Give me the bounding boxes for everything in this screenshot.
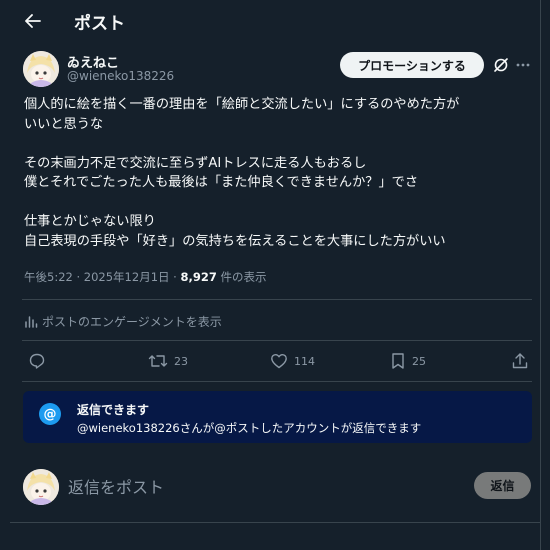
engagement-label: ポストのエンゲージメントを表示 — [42, 315, 222, 329]
repost-count: 23 — [174, 354, 188, 368]
post-text-line: その末画力不足で交流に至らずAIトレスに走る人もおるし — [24, 155, 367, 171]
divider — [22, 299, 532, 300]
reply-button[interactable]: 返信 — [474, 472, 531, 499]
divider — [22, 381, 532, 382]
author-avatar[interactable] — [23, 51, 59, 87]
header: ポスト — [0, 0, 541, 42]
promote-button[interactable]: プロモーションする — [340, 52, 484, 78]
divider — [10, 522, 541, 523]
page-title: ポスト — [74, 14, 125, 34]
back-arrow-icon[interactable] — [22, 10, 44, 32]
reply-notice-title: 返信できます — [77, 403, 150, 417]
mention-icon: @ — [39, 403, 61, 425]
reply-action[interactable] — [28, 352, 52, 370]
view-count-suffix: 件の表示 — [216, 270, 267, 284]
bookmark-count: 25 — [412, 354, 426, 368]
divider — [22, 340, 532, 341]
post-text-line: 僕とそれでごたった人も最後は「また仲良くできませんか？」でさ — [24, 175, 419, 190]
repost-icon — [148, 355, 168, 367]
like-count: 114 — [294, 354, 315, 368]
share-icon — [512, 353, 528, 369]
post-text-blank-line — [24, 193, 534, 213]
post-text-blank-line — [24, 134, 534, 154]
bookmark-icon — [392, 353, 404, 369]
scrollbar-track[interactable] — [541, 0, 550, 550]
post-text-line: 個人的に絵を描く一番の理由を「絵師と交流したい」にするのやめた方が — [24, 97, 460, 112]
bookmark-action[interactable]: 25 — [390, 352, 426, 370]
repost-action[interactable]: 23 — [148, 352, 188, 370]
post-text: 個人的に絵を描く一番の理由を「絵師と交流したい」にするのやめた方が いいと思うな… — [24, 95, 534, 251]
more-options-icon[interactable] — [515, 57, 531, 73]
current-user-avatar[interactable] — [23, 469, 59, 505]
post-text-line: 仕事とかじゃない限り — [24, 214, 156, 229]
reply-input[interactable] — [68, 475, 448, 499]
reply-notice-body: @wieneko138226さんが@ポストしたアカウントが返信できます — [77, 421, 422, 435]
view-count: 8,927 — [180, 270, 217, 284]
engagement-link[interactable]: ポストのエンゲージメントを表示 — [24, 313, 222, 330]
share-action[interactable] — [511, 352, 529, 370]
reply-permission-notice: @ 返信できます @wieneko138226さんが@ポストしたアカウントが返信… — [23, 391, 532, 443]
post-text-line: いいと思うな — [24, 116, 104, 132]
like-action[interactable]: 114 — [270, 352, 315, 370]
post-text-line: 自己表現の手段や「好き」の気持ちを伝えることを大事にした方がいい — [24, 233, 446, 249]
author-handle[interactable]: @wieneko138226 — [67, 69, 174, 83]
post-timestamp[interactable]: 午後5:22 · 2025年12月1日 · — [24, 270, 180, 284]
post-meta: 午後5:22 · 2025年12月1日 · 8,927 件の表示 — [24, 269, 267, 285]
grok-icon[interactable] — [492, 56, 510, 74]
analytics-icon — [25, 315, 38, 328]
heart-icon — [271, 354, 287, 369]
reply-icon — [29, 353, 45, 369]
